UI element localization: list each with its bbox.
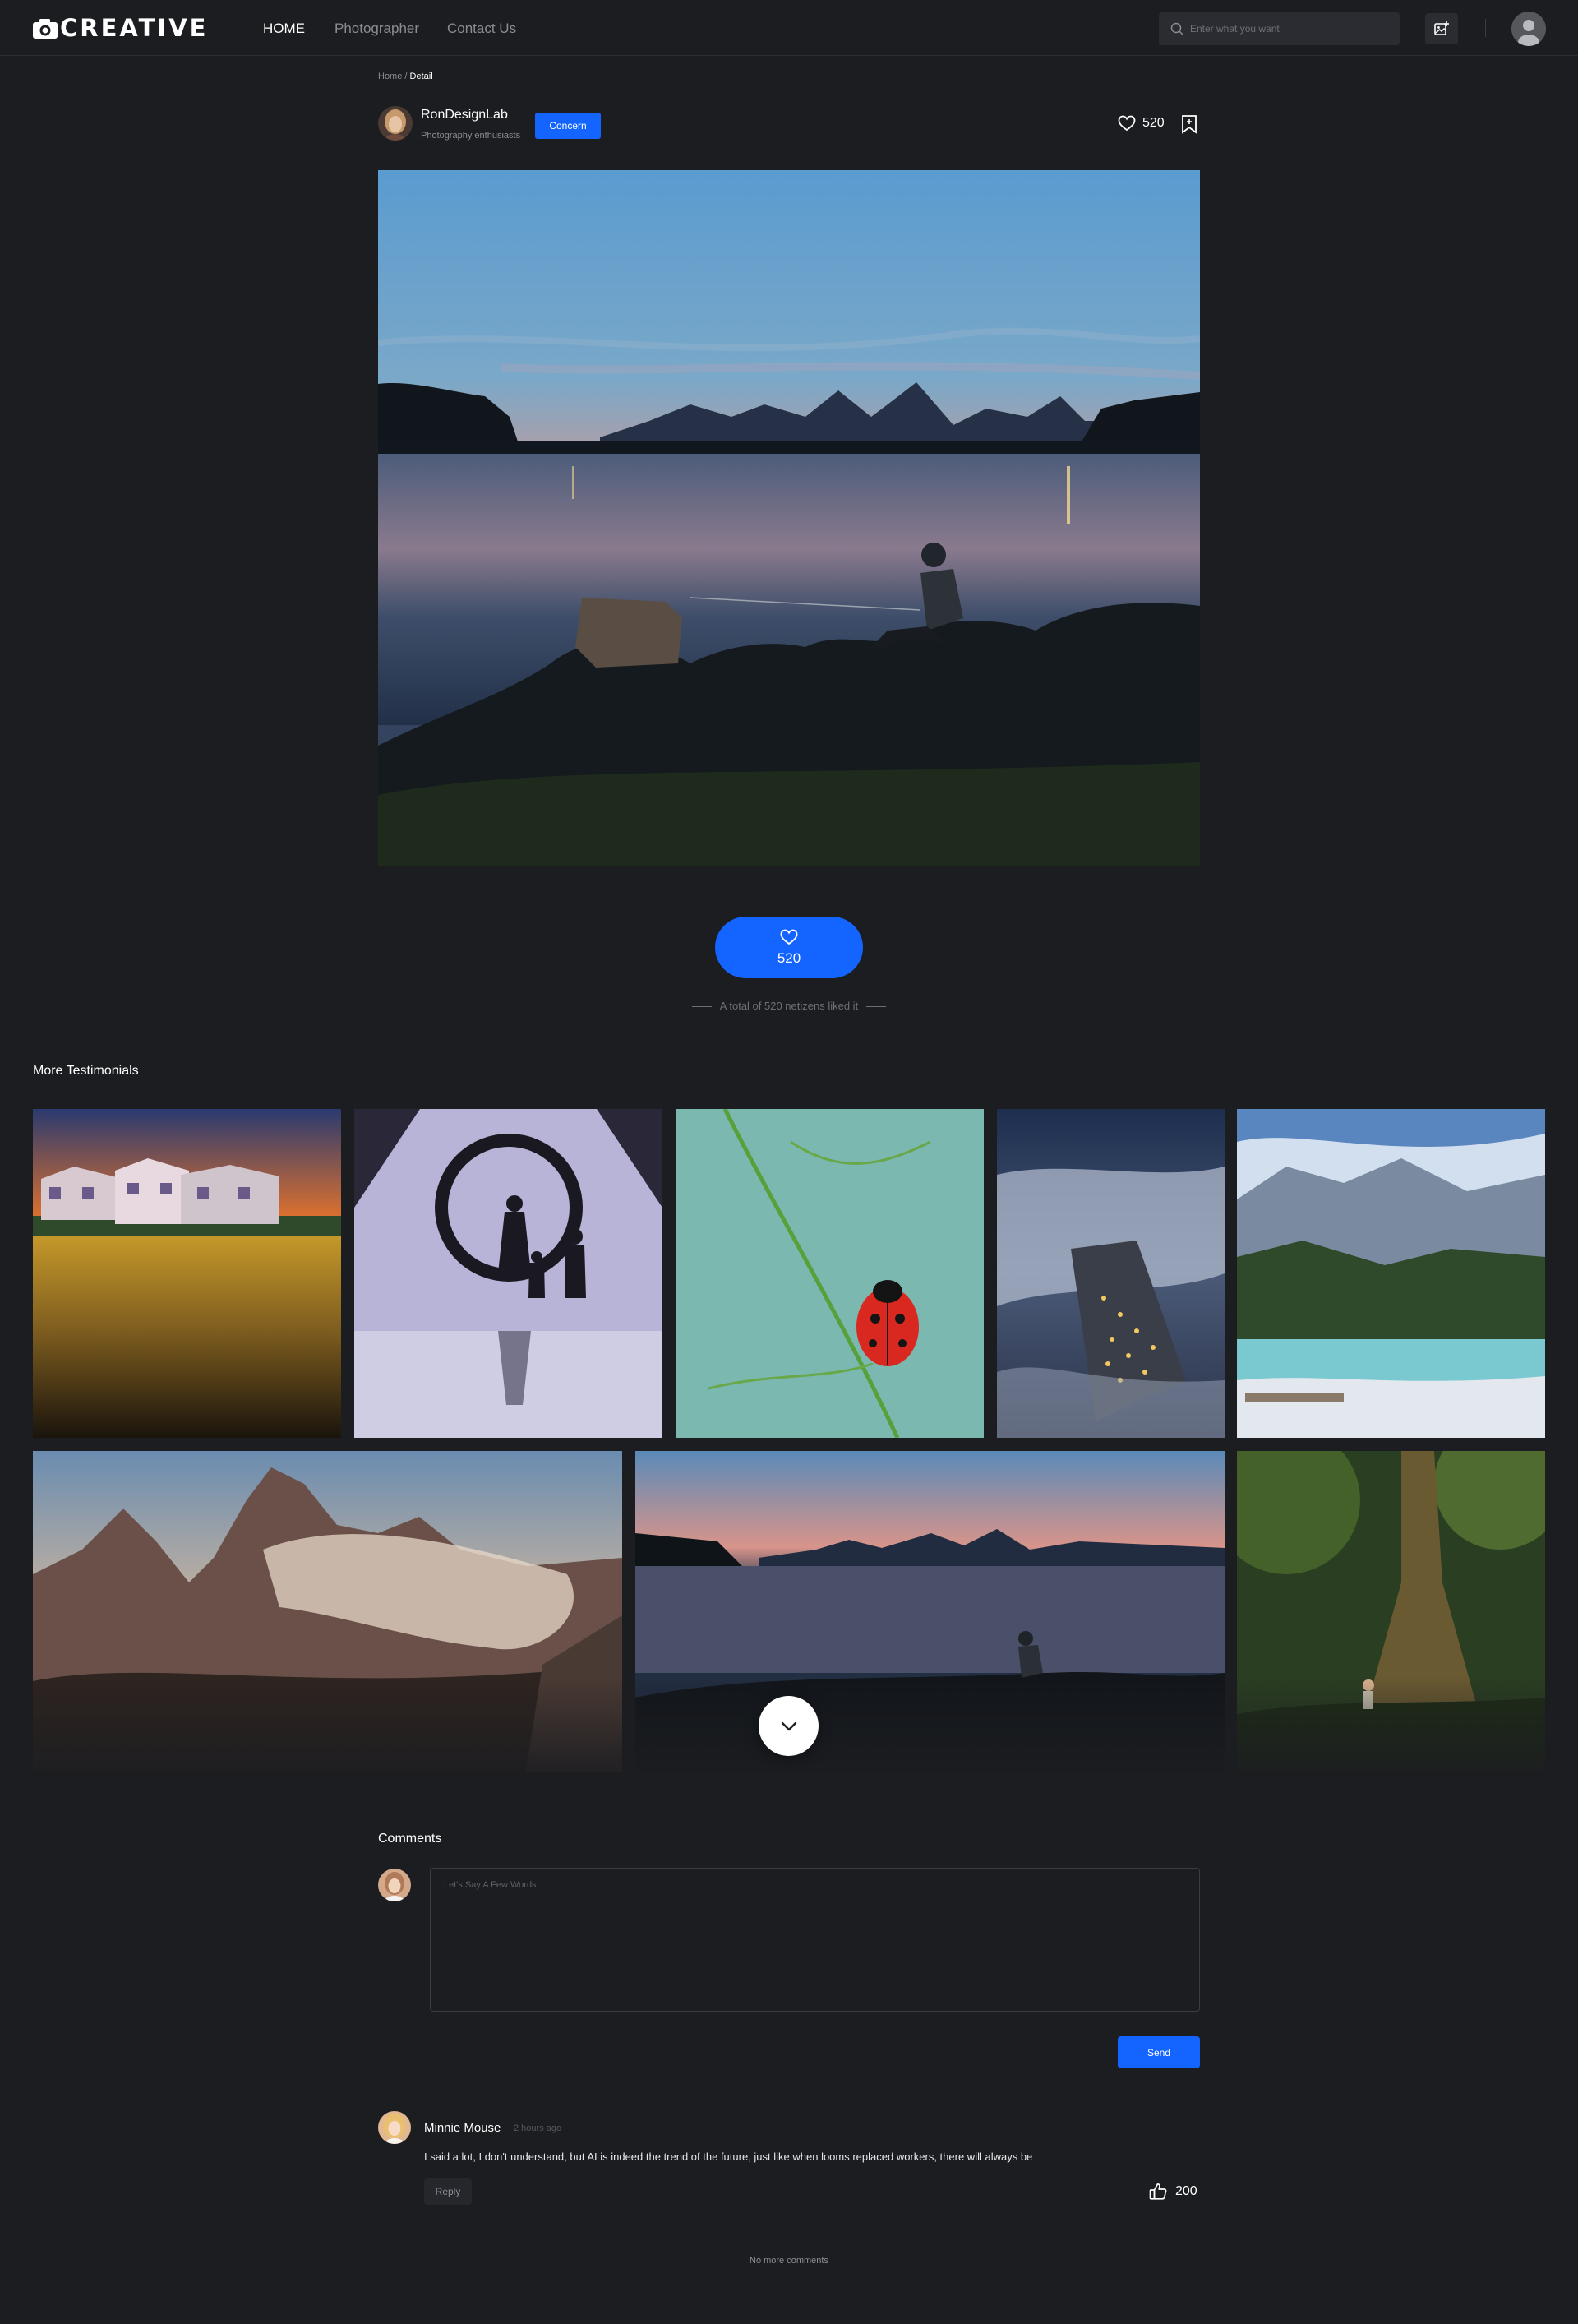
like-button-top[interactable]: 520: [1118, 115, 1165, 132]
heart-icon: [1118, 115, 1136, 132]
divider-line: [691, 1006, 712, 1008]
gallery-item-houses-field[interactable]: [33, 1109, 341, 1438]
divider-line: [866, 1006, 887, 1008]
breadcrumb-separator: /: [402, 72, 410, 81]
comments-title: Comments: [378, 1832, 442, 1846]
gallery-item-dolomites[interactable]: [33, 1451, 622, 1772]
end-of-comments-note: No more comments: [750, 2256, 828, 2266]
breadcrumb-home[interactable]: Home: [378, 72, 402, 81]
liked-summary: A total of 520 netizens liked it: [674, 1000, 904, 1012]
commenter-name[interactable]: Minnie Mouse: [424, 2121, 501, 2135]
bookmark-icon[interactable]: [1181, 114, 1197, 134]
main-photo: [378, 170, 1200, 866]
heart-icon: [780, 929, 798, 945]
like-count-top: 520: [1142, 116, 1165, 130]
gallery-item-mountain-lake[interactable]: [1237, 1109, 1545, 1438]
brand-name: CREATIVE: [60, 14, 209, 42]
thumbs-up-icon: [1149, 2183, 1167, 2200]
author-name[interactable]: RonDesignLab: [421, 108, 508, 122]
testimonials-title: More Testimonials: [33, 1064, 139, 1078]
search-input[interactable]: [1190, 23, 1387, 35]
comment-timestamp: 2 hours ago: [514, 2123, 562, 2133]
expand-more-button[interactable]: [759, 1696, 819, 1756]
current-user-avatar: [378, 1869, 411, 1901]
send-button[interactable]: Send: [1118, 2036, 1200, 2068]
comment-like-count: 200: [1175, 2183, 1197, 2198]
comment-like-button[interactable]: 200: [1149, 2183, 1197, 2200]
nav-divider: [1485, 19, 1486, 37]
commenter-avatar[interactable]: [378, 2111, 411, 2144]
reply-button[interactable]: Reply: [424, 2178, 472, 2205]
search-icon: [1170, 22, 1184, 35]
breadcrumb-current: Detail: [409, 72, 433, 81]
author-avatar[interactable]: [378, 106, 413, 141]
brand-logo[interactable]: CREATIVE: [32, 16, 208, 40]
chevron-down-icon: [780, 1721, 798, 1732]
comment-text: I said a lot, I don't understand, but AI…: [424, 2151, 1033, 2163]
breadcrumb: Home / Detail: [378, 72, 433, 81]
search-bar[interactable]: [1159, 12, 1400, 45]
nav-link-photographer[interactable]: Photographer: [335, 21, 419, 37]
big-like-count: 520: [777, 949, 801, 966]
top-navbar: CREATIVE HOME Photographer Contact Us: [0, 0, 1578, 56]
liked-summary-text: A total of 520 netizens liked it: [719, 1000, 859, 1012]
gallery-item-art-tunnel[interactable]: [354, 1109, 662, 1438]
gallery-item-sunset-lake[interactable]: [635, 1451, 1225, 1772]
comment-input[interactable]: [430, 1868, 1200, 2012]
upload-image-button[interactable]: [1425, 13, 1458, 44]
camera-logo-icon: [32, 18, 58, 39]
user-avatar-icon[interactable]: [1511, 12, 1546, 46]
nav-link-home[interactable]: HOME: [263, 21, 305, 37]
author-role: Photography enthusiasts: [421, 131, 521, 141]
gallery-item-forest-tree[interactable]: [1237, 1451, 1545, 1772]
image-upload-icon: [1433, 21, 1450, 37]
follow-button[interactable]: Concern: [535, 113, 601, 139]
gallery-item-ladybug[interactable]: [676, 1109, 984, 1438]
nav-link-contact[interactable]: Contact Us: [447, 21, 516, 37]
big-like-button[interactable]: 520: [715, 917, 863, 978]
gallery-item-village-clouds[interactable]: [997, 1109, 1225, 1438]
